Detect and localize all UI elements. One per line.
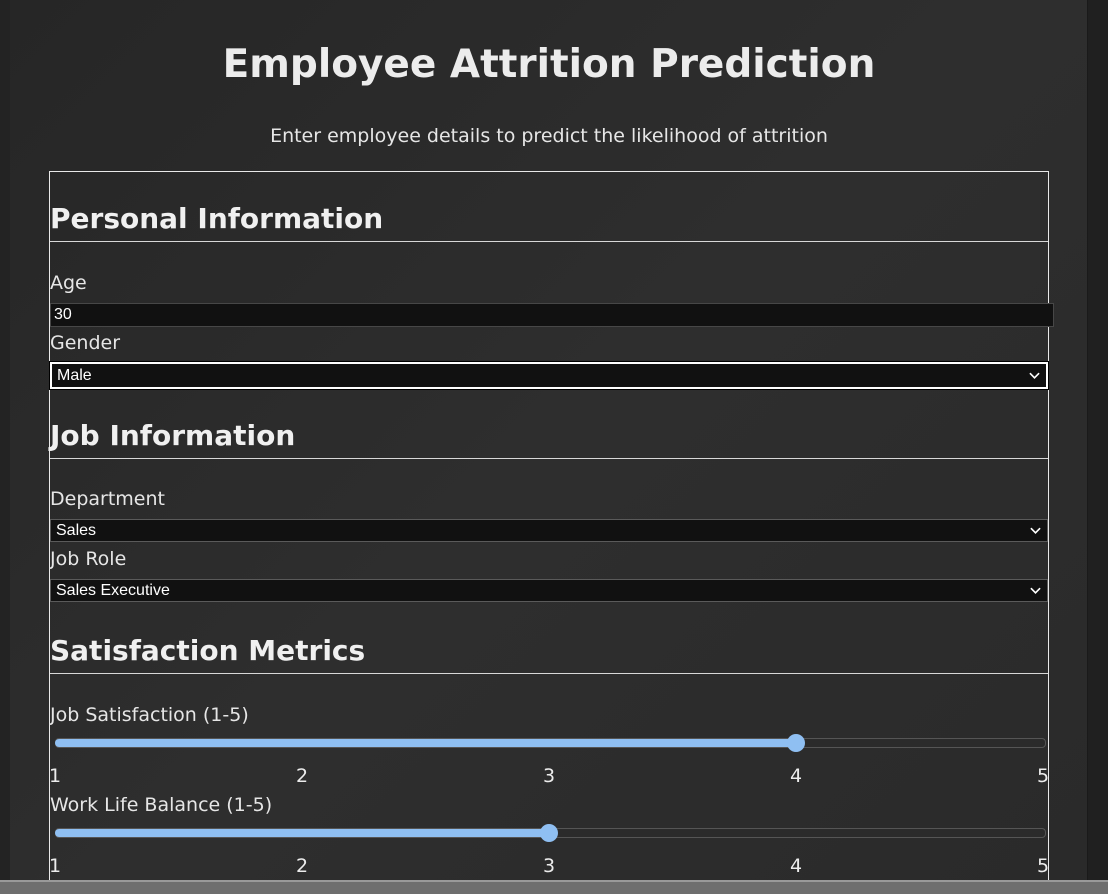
department-select-value: Sales [56,522,97,539]
section-title-job: Job Information [50,419,1048,459]
job-satisfaction-label: Job Satisfaction (1-5) [50,704,249,726]
age-label: Age [50,272,87,294]
tick-label: 1 [49,765,62,787]
section-title-satisfaction: Satisfaction Metrics [50,634,1048,674]
scrollbar-edge [0,880,1108,882]
tick-label: 4 [790,765,803,787]
work-life-balance-slider[interactable] [52,824,1046,842]
job-role-select[interactable]: Sales Executive [50,579,1048,602]
section-title-personal: Personal Information [50,202,1048,242]
gender-label: Gender [50,332,121,354]
job-role-label: Job Role [50,548,127,570]
tick-label: 4 [790,855,803,877]
slider-fill [55,739,796,747]
slider-fill [55,829,549,837]
prediction-form: Personal Information Age 30 Gender Male … [49,171,1054,892]
tick-label: 5 [1037,855,1050,877]
chevron-down-icon [1030,527,1041,534]
chevron-down-icon [1029,372,1040,379]
tick-label: 2 [296,855,309,877]
age-input[interactable]: 30 [50,303,1054,327]
work-life-balance-label: Work Life Balance (1-5) [50,794,273,816]
tick-label: 3 [543,855,556,877]
horizontal-scrollbar[interactable] [0,880,1108,894]
slider-thumb[interactable] [787,734,805,752]
work-life-balance-ticks: 1 2 3 4 5 [49,855,1050,877]
tick-label: 2 [296,765,309,787]
job-satisfaction-ticks: 1 2 3 4 5 [49,765,1050,787]
department-select[interactable]: Sales [50,519,1048,542]
job-satisfaction-slider[interactable] [52,734,1046,752]
department-label: Department [50,488,165,510]
page-title: Employee Attrition Prediction [222,42,876,87]
page-subtitle: Enter employee details to predict the li… [270,125,828,147]
gender-select-value: Male [57,367,92,384]
tick-label: 3 [543,765,556,787]
chevron-down-icon [1030,587,1041,594]
tick-label: 5 [1037,765,1050,787]
tick-label: 1 [49,855,62,877]
gender-select[interactable]: Male [49,361,1049,390]
job-role-select-value: Sales Executive [56,582,170,599]
slider-thumb[interactable] [540,824,558,842]
